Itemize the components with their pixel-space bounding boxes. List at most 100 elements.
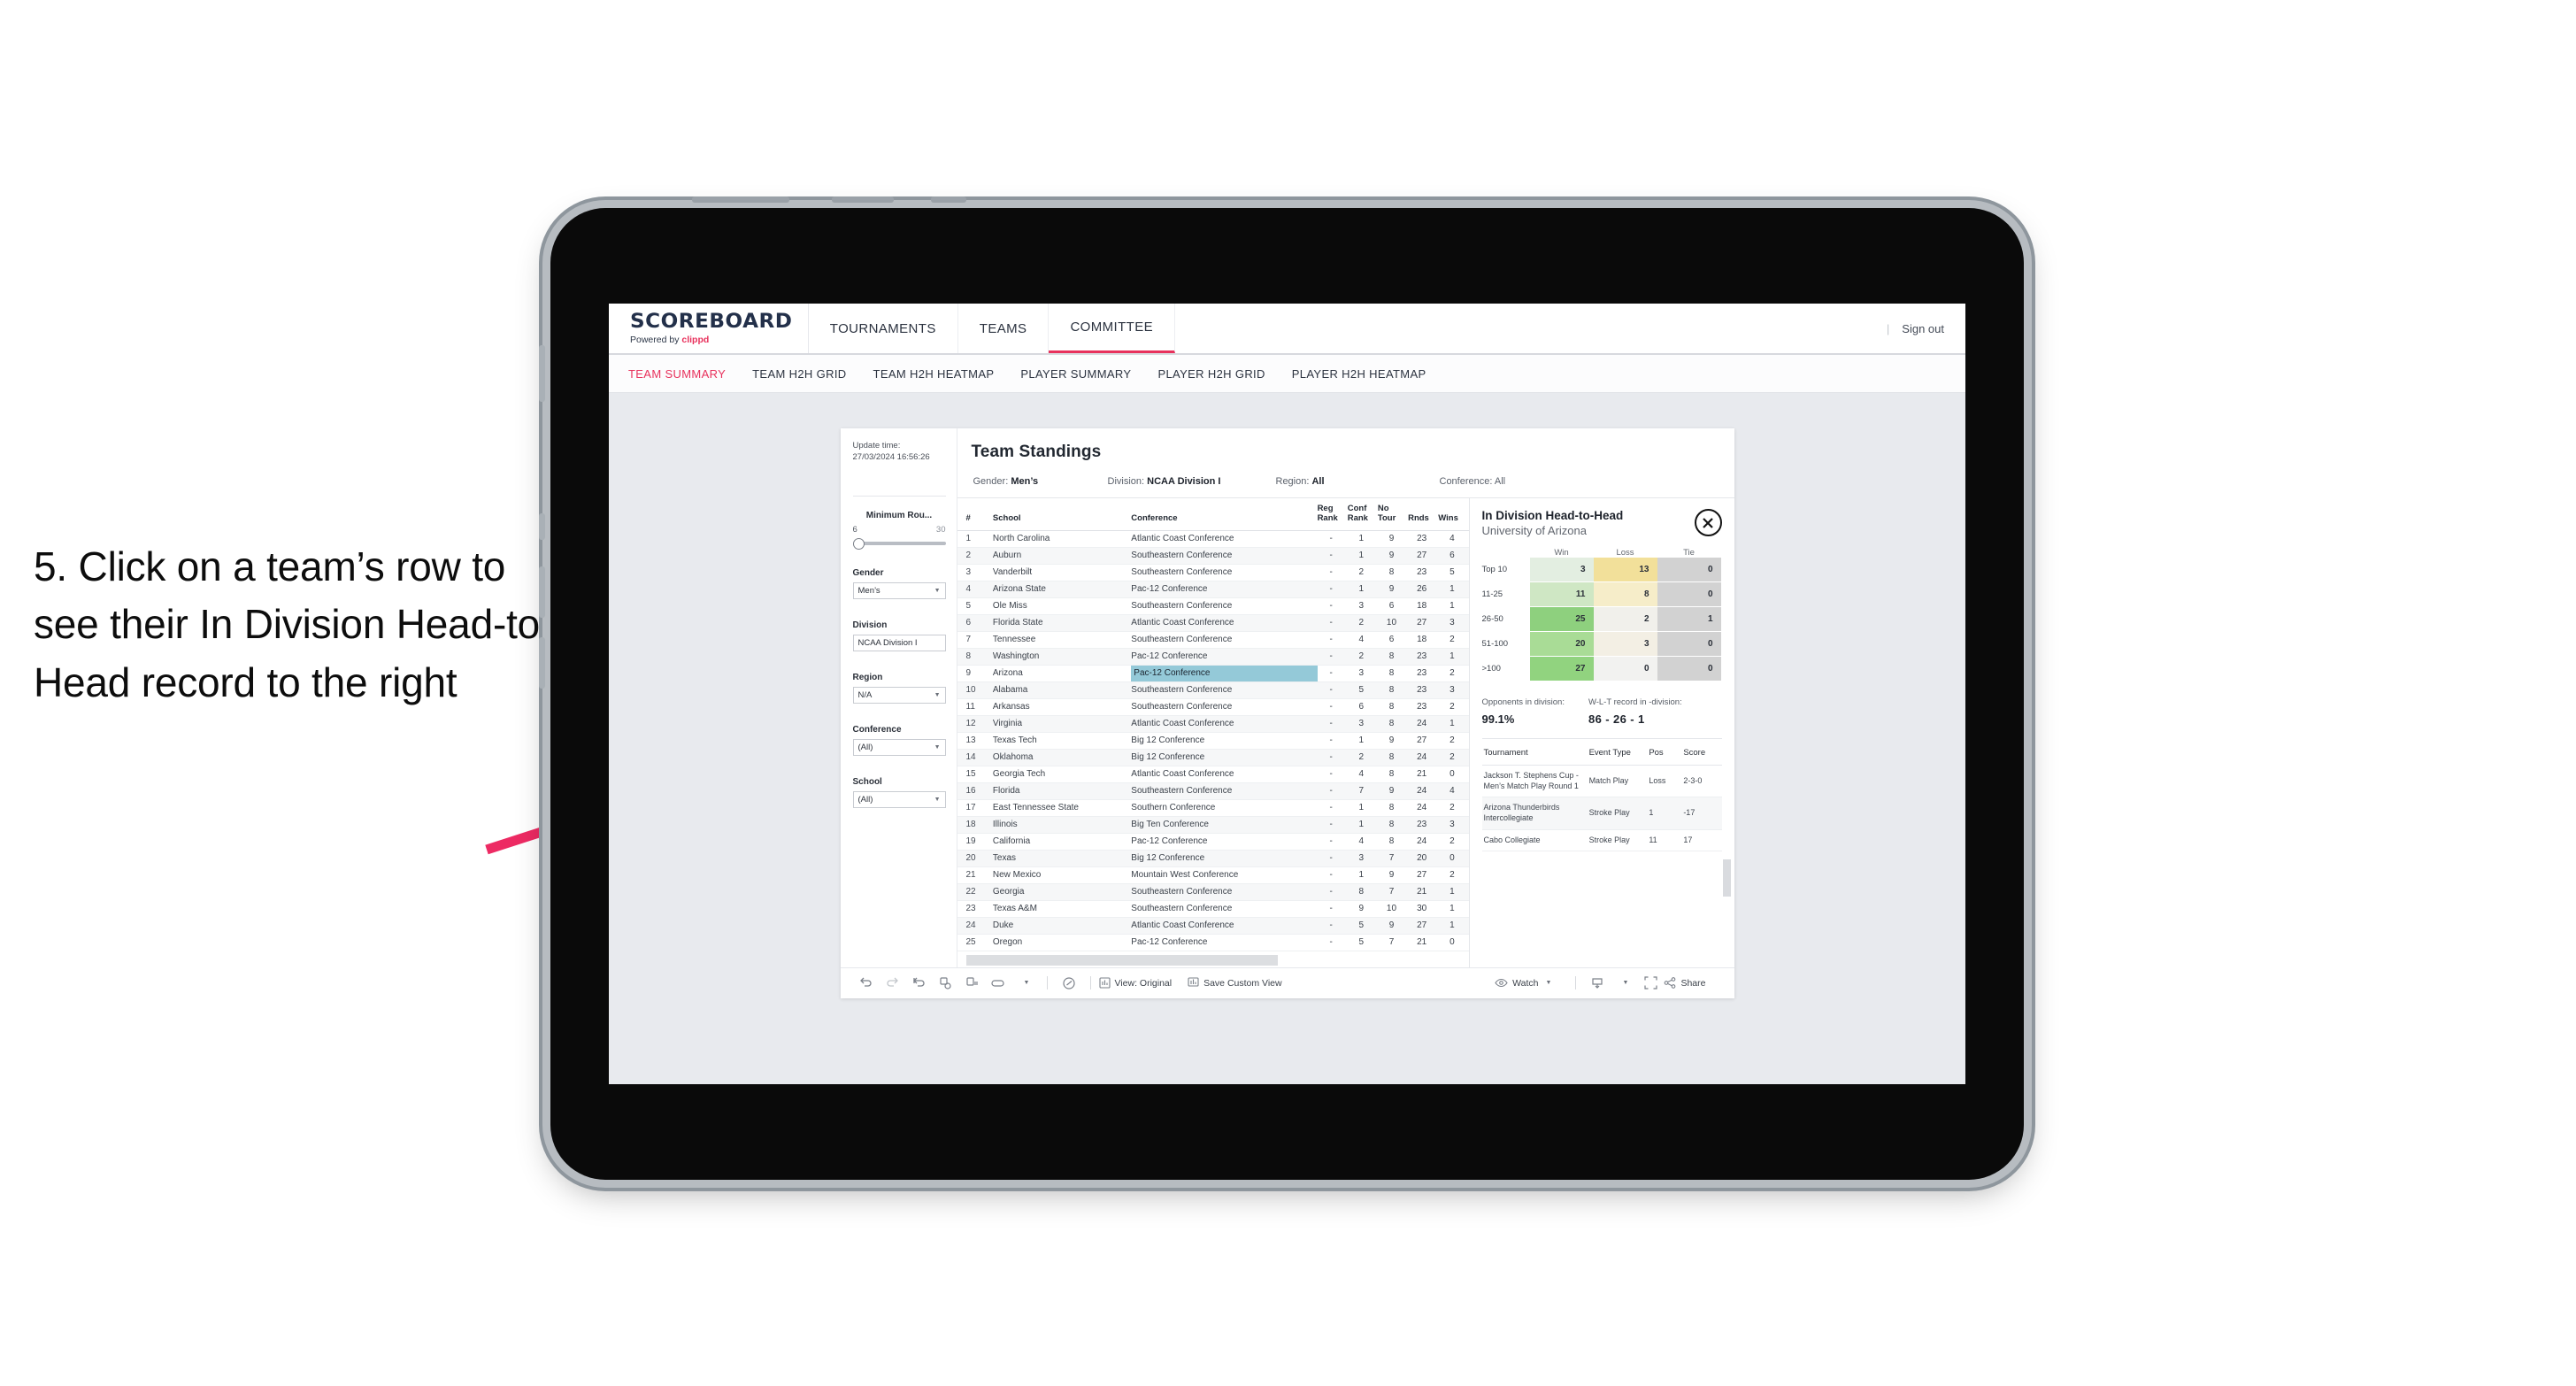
table-row[interactable]: 11 Arkansas Southeastern Conference -6 8 23 2: [957, 698, 1469, 716]
scrollbar-thumb[interactable]: [1722, 859, 1731, 897]
table-row[interactable]: 8 Washington Pac-12 Conference -2 8 23 1: [957, 648, 1469, 666]
row-no-tour: 8: [1377, 833, 1409, 851]
col-reg-rank[interactable]: Reg Rank: [1317, 498, 1348, 531]
table-row[interactable]: 1 North Carolina Atlantic Coast Conference…: [957, 530, 1469, 548]
sign-out-link[interactable]: Sign out: [1902, 322, 1944, 335]
row-reg-rank: -: [1317, 564, 1348, 581]
table-row[interactable]: 3 Vanderbilt Southeastern Conference -2 8 23 5: [957, 564, 1469, 581]
share-label: Share: [1680, 977, 1706, 989]
tab-player-summary[interactable]: PLAYER SUMMARY: [1020, 367, 1131, 381]
table-row[interactable]: 18 Illinois Big Ten Conference -1 8 23 3: [957, 816, 1469, 834]
region-select[interactable]: N/A ▼: [852, 686, 946, 704]
chevron-down-icon[interactable]: ▼: [1611, 973, 1637, 994]
list-item[interactable]: Arizona Thunderbirds Intercollegiate Stro…: [1481, 797, 1722, 830]
table-row[interactable]: 22 Georgia Southeastern Conference -8 7 21 1: [957, 883, 1469, 901]
filter-gender: Gender Men’s ▼: [852, 568, 946, 599]
download-icon[interactable]: [1584, 973, 1611, 994]
slider-handle[interactable]: [852, 537, 865, 550]
tab-team-h2h-heatmap[interactable]: TEAM H2H HEATMAP: [873, 367, 995, 381]
table-row[interactable]: 21 New Mexico Mountain West Conference -1 9 2…: [957, 866, 1469, 884]
tournament-pos: Loss: [1647, 765, 1682, 798]
row-no-tour: 9: [1377, 547, 1409, 565]
tab-player-h2h-grid[interactable]: PLAYER H2H GRID: [1157, 367, 1265, 381]
tab-player-h2h-heatmap[interactable]: PLAYER H2H HEATMAP: [1292, 367, 1426, 381]
col-pos[interactable]: Pos: [1647, 741, 1682, 766]
row-conf-rank: 1: [1347, 866, 1378, 884]
row-rank: 14: [957, 749, 993, 766]
table-row[interactable]: 15 Georgia Tech Atlantic Coast Conference -…: [957, 766, 1469, 783]
col-school[interactable]: School: [992, 498, 1132, 531]
table-row[interactable]: 25 Oregon Pac-12 Conference -5 7 21 0: [957, 934, 1469, 951]
table-row[interactable]: 16 Florida Southeastern Conference -7 9 24 4: [957, 782, 1469, 800]
horizontal-scrollbar[interactable]: [957, 951, 1469, 967]
tab-team-summary[interactable]: TEAM SUMMARY: [628, 367, 726, 381]
col-rank[interactable]: #: [957, 498, 993, 531]
row-reg-rank: -: [1317, 581, 1348, 598]
revert-icon[interactable]: [906, 973, 933, 994]
list-item[interactable]: Jackson T. Stephens Cup - Men’s Match Pl…: [1481, 765, 1722, 798]
table-row[interactable]: 4 Arizona State Pac-12 Conference -1 9 26 1: [957, 581, 1469, 598]
share-button[interactable]: Share: [1664, 977, 1706, 989]
nav-committee[interactable]: COMMITTEE: [1049, 304, 1176, 353]
stat-record: W-L-T record in -division: 86 - 26 - 1: [1588, 697, 1722, 726]
table-row[interactable]: 19 California Pac-12 Conference -4 8 24 2: [957, 833, 1469, 851]
row-wins: 3: [1438, 816, 1469, 834]
chevron-down-icon: ▼: [934, 691, 941, 698]
school-select[interactable]: (All) ▼: [852, 790, 946, 808]
col-conf-rank[interactable]: Conf Rank: [1347, 498, 1378, 531]
table-row[interactable]: 23 Texas A&M Southeastern Conference -9 10 30…: [957, 900, 1469, 918]
division-select[interactable]: NCAA Division I: [852, 634, 946, 651]
col-conference[interactable]: Conference: [1131, 498, 1318, 531]
view-original-button[interactable]: View: Original: [1098, 977, 1172, 989]
row-conf-rank: 2: [1347, 564, 1378, 581]
table-row[interactable]: 12 Virginia Atlantic Coast Conference -3 8 24…: [957, 715, 1469, 733]
nav-tournaments[interactable]: TOURNAMENTS: [809, 304, 958, 353]
brand-logo[interactable]: SCOREBOARD Powered by clippd: [609, 304, 809, 353]
tab-team-h2h-grid[interactable]: TEAM H2H GRID: [752, 367, 846, 381]
pause-data-icon[interactable]: [959, 973, 986, 994]
list-item[interactable]: Cabo Collegiate Stroke Play 11 17: [1481, 829, 1722, 852]
table-row[interactable]: 17 East Tennessee State Southern Conferenc…: [957, 799, 1469, 817]
table-row[interactable]: 13 Texas Tech Big 12 Conference -1 9 27 2: [957, 732, 1469, 750]
minimum-rounds-slider[interactable]: [852, 537, 946, 550]
close-icon[interactable]: [1694, 509, 1722, 536]
table-row[interactable]: 24 Duke Atlantic Coast Conference -5 9 27 1: [957, 917, 1469, 935]
row-reg-rank: -: [1317, 681, 1348, 699]
save-custom-view-button[interactable]: Save Custom View: [1188, 977, 1282, 989]
table-row[interactable]: 14 Oklahoma Big 12 Conference -2 8 24 2: [957, 749, 1469, 766]
watch-button[interactable]: Watch ▼: [1495, 978, 1551, 989]
scrollbar-thumb[interactable]: [965, 954, 1278, 966]
device-button-left-4: [539, 637, 545, 689]
row-conference: Big 12 Conference: [1131, 850, 1318, 867]
table-row[interactable]: 10 Alabama Southeastern Conference -5 8 23 3: [957, 681, 1469, 699]
row-conf-rank: 1: [1347, 732, 1378, 750]
fullscreen-icon[interactable]: [1637, 973, 1664, 994]
col-tournament[interactable]: Tournament: [1481, 741, 1588, 766]
col-rnds[interactable]: Rnds: [1408, 498, 1439, 531]
pause-auto-update-icon[interactable]: [1056, 973, 1082, 994]
highlight-icon[interactable]: [986, 973, 1012, 994]
heatmap-corner: [1482, 548, 1530, 558]
gender-select[interactable]: Men’s ▼: [852, 581, 946, 599]
redo-icon[interactable]: [880, 973, 906, 994]
table-row[interactable]: 5 Ole Miss Southeastern Conference -3 6 18 1: [957, 597, 1469, 615]
table-row[interactable]: 9 Arizona Pac-12 Conference -3 8 23 2: [957, 665, 1469, 682]
table-row[interactable]: 6 Florida State Atlantic Coast Conference -…: [957, 614, 1469, 632]
criteria-region: Region: All: [1276, 476, 1440, 487]
col-no-tour[interactable]: No Tour: [1377, 498, 1409, 531]
standings-table-wrap: # School Conference Reg Rank Conf Rank No T…: [957, 498, 1469, 967]
row-conf-rank: 9: [1347, 900, 1378, 918]
table-row[interactable]: 7 Tennessee Southeastern Conference -4 6 18 2: [957, 631, 1469, 649]
app-top-navbar: SCOREBOARD Powered by clippd TOURNAMENTS…: [609, 304, 1965, 355]
col-event-type[interactable]: Event Type: [1587, 741, 1648, 766]
refresh-data-icon[interactable]: [933, 973, 959, 994]
h2h-vertical-scrollbar[interactable]: [1722, 859, 1731, 971]
undo-icon[interactable]: [853, 973, 880, 994]
col-wins[interactable]: Wins: [1438, 498, 1469, 531]
nav-teams[interactable]: TEAMS: [958, 304, 1050, 353]
table-row[interactable]: 20 Texas Big 12 Conference -3 7 20 0: [957, 850, 1469, 867]
chevron-down-icon[interactable]: ▼: [1012, 973, 1039, 994]
conference-select[interactable]: (All) ▼: [852, 738, 946, 756]
table-row[interactable]: 2 Auburn Southeastern Conference -1 9 27 6: [957, 547, 1469, 565]
col-score[interactable]: Score: [1681, 741, 1722, 766]
